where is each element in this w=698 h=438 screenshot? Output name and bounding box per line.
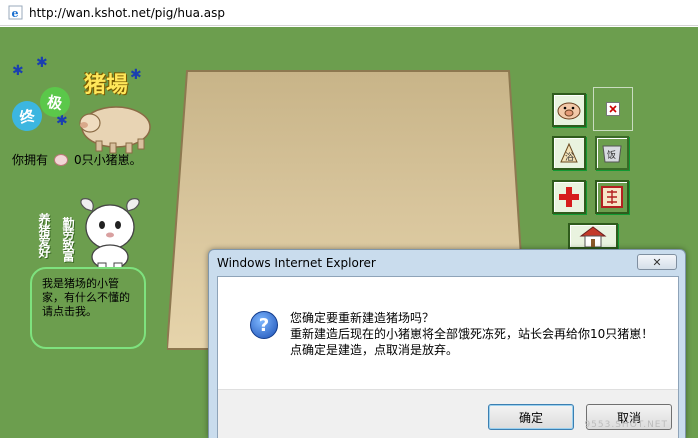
message-line-3: 点确定是建造，点取消是放弃。 [290,343,459,357]
dialog-footer: 确定 取消 9553.SHOT.NET [218,389,678,438]
feed-bowl-icon: 饭 [602,145,622,163]
ok-button[interactable]: 确定 [488,404,574,430]
feed-button[interactable]: 饭 [595,136,629,170]
svg-text:饭: 饭 [607,149,616,161]
ie-page-icon: e [8,5,23,20]
url-text[interactable]: http://wan.kshot.net/pig/hua.asp [29,6,225,20]
svg-text:e: e [12,7,19,20]
watermark: 9553.SHOT.NET [584,420,668,430]
slogan-vertical-1: 养猪爱好 [37,213,51,257]
close-x-icon [606,102,620,116]
dialog-close-button[interactable]: ✕ [637,254,677,270]
message-line-1: 您确定要重新建造猪场吗？ [290,311,435,325]
ownership-prefix: 你拥有 [12,153,49,167]
sparkle-icon: ✱ [36,55,48,71]
hospital-button[interactable] [552,180,586,214]
close-x-button[interactable] [593,87,633,131]
bubble-text: 我是猪场的小管家，有什么不懂的请点击我。 [42,277,130,318]
pig-button[interactable] [552,93,586,127]
house-button[interactable] [568,223,618,249]
message-line-2: 重新建造后现在的小猪崽将全部饿死冻死，站长会再给你10只猪崽！ [290,327,654,341]
ownership-line: 你拥有 0只小猪崽。 [12,151,142,168]
sign-icon [601,186,623,208]
svg-text:浴: 浴 [565,152,574,163]
dialog-body: ? 您确定要重新建造猪场吗？ 重新建造后现在的小猪崽将全部饿死冻死，站长会再给你… [217,276,679,438]
pig-icon [557,102,581,120]
sparkle-icon: ✱ [12,63,24,79]
question-icon: ? [250,311,278,339]
ownership-count: 0只小猪崽。 [74,153,142,167]
dialog-title: Windows Internet Explorer [217,256,376,270]
confirm-dialog: Windows Internet Explorer ✕ ? 您确定要重新建造猪场… [208,249,686,438]
bath-icon: 浴 [560,142,578,163]
slogan-vertical-2: 勤劳致富 [61,217,75,261]
sparkle-icon: ✱ [130,67,142,83]
red-cross-icon [559,187,579,207]
address-bar[interactable]: e http://wan.kshot.net/pig/hua.asp [0,0,698,26]
house-icon [579,226,607,247]
bath-button[interactable]: 浴 [552,136,586,170]
mascot-character[interactable] [76,195,144,271]
close-icon: ✕ [652,255,662,269]
piglet-icon [54,153,69,166]
sign-button[interactable] [595,180,629,214]
dialog-message: 您确定要重新建造猪场吗？ 重新建造后现在的小猪崽将全部饿死冻死，站长会再给你10… [290,310,653,358]
logo-pig-illustration [79,106,151,154]
helper-speech-bubble[interactable]: 我是猪场的小管家，有什么不懂的请点击我。 [30,267,146,349]
